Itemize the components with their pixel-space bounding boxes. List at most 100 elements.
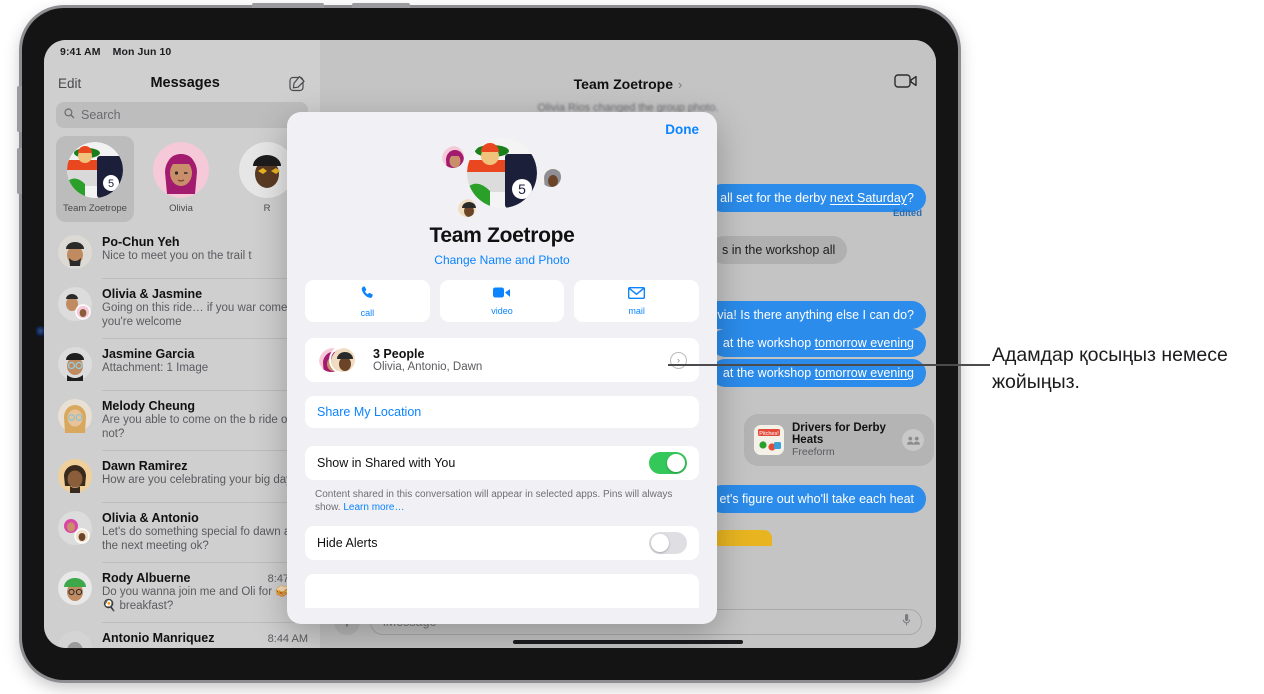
message-text: s in the workshop all — [722, 243, 836, 257]
list-item-preview: Going on this ride… if you war come too … — [102, 302, 307, 328]
search-input[interactable]: Search — [56, 102, 308, 128]
device-volume-up-button — [17, 86, 22, 132]
group-name: Team Zoetrope — [429, 224, 575, 247]
group-avatar: 5 — [467, 138, 537, 208]
mail-button[interactable]: mail — [574, 280, 700, 322]
list-item[interactable]: Dawn Ramirez How are you celebrating you… — [44, 450, 320, 502]
member-avatar-olivia — [440, 144, 466, 170]
message-text: all set for the derby next Saturday? — [720, 191, 914, 205]
avatar — [58, 571, 92, 605]
message-bubble[interactable]: ivia! Is there anything else I can do? — [702, 301, 926, 329]
list-item-preview: Nice to meet you on the trail t — [102, 250, 252, 262]
conversation-header: Team Zoetrope › — [320, 66, 936, 102]
video-button[interactable]: video — [439, 280, 565, 322]
member-avatar-antonio — [456, 197, 478, 219]
status-time: 9:41 AM — [60, 46, 101, 58]
avatar — [58, 347, 92, 381]
facetime-video-icon[interactable] — [894, 73, 918, 94]
compose-icon[interactable] — [289, 75, 306, 92]
show-in-shared-with-you-label: Show in Shared with You — [317, 456, 456, 470]
list-item[interactable]: Antonio Manriquez 8:44 AM — [44, 622, 320, 648]
microphone-icon[interactable] — [902, 613, 911, 632]
pinned-item-label: Team Zoetrope — [63, 203, 127, 214]
freeform-icon: Pitches! — [754, 425, 784, 455]
list-item[interactable]: Olivia & Antonio Let's do something spec… — [44, 502, 320, 562]
search-icon — [64, 106, 75, 124]
learn-more-link[interactable]: Learn more… — [343, 502, 404, 513]
list-item-title: Rody Albuerne — [102, 571, 191, 585]
hide-alerts-row[interactable]: Hide Alerts — [305, 526, 699, 560]
shared-link-subtitle: Freeform — [792, 446, 835, 458]
video-button-label: video — [491, 306, 513, 316]
edited-badge: Edited — [892, 208, 922, 219]
list-item-title: Olivia & Antonio — [102, 511, 199, 525]
list-item[interactable]: Jasmine Garcia Attachment: 1 Image — [44, 338, 320, 390]
edit-button[interactable]: Edit — [58, 76, 81, 91]
list-item-title: Olivia & Jasmine — [102, 287, 203, 301]
call-button[interactable]: call — [305, 280, 430, 322]
show-in-shared-with-you-toggle[interactable] — [649, 452, 687, 474]
messages-sidebar: 9:41 AM Mon Jun 10 100% Edit Messages — [44, 40, 920, 648]
list-item-preview: Do you wanna join me and Oli for 🥪 ☕ 🍳 b… — [102, 586, 308, 612]
done-button[interactable]: Done — [665, 122, 699, 137]
list-item-title: Melody Cheung — [102, 399, 196, 413]
share-my-location-label: Share My Location — [317, 405, 422, 419]
avatar — [58, 399, 92, 433]
home-indicator[interactable] — [513, 640, 743, 644]
list-item-title: Po-Chun Yeh — [102, 235, 180, 249]
next-settings-row-partial[interactable] — [305, 574, 699, 608]
callout-leader-line — [668, 364, 990, 366]
list-item-title: Dawn Ramirez — [102, 459, 188, 473]
hide-alerts-toggle[interactable] — [649, 532, 687, 554]
video-camera-icon — [493, 286, 511, 304]
avatar — [58, 459, 92, 493]
people-row[interactable]: 3 People Olivia, Antonio, Dawn › — [305, 338, 699, 382]
message-bubble[interactable]: s in the workshop all — [710, 236, 848, 264]
show-in-shared-with-you-row[interactable]: Show in Shared with You — [305, 446, 699, 480]
pinned-item-olivia[interactable]: Olivia — [142, 136, 220, 222]
conversation-list[interactable]: Po-Chun Yeh Nice to meet you on the trai… — [44, 226, 320, 648]
avatar — [58, 287, 92, 321]
ipad-device-frame: 9:41 AM Mon Jun 10 100% Edit Messages — [17, 3, 958, 680]
pinned-item-label: R — [263, 203, 271, 214]
svg-text:5: 5 — [518, 181, 526, 197]
shared-link-card[interactable]: Pitches! Drivers for Derby Heats Freefor… — [744, 414, 934, 466]
avatar — [58, 631, 92, 648]
sidebar-header: Edit Messages — [44, 66, 320, 100]
call-button-label: call — [360, 307, 375, 318]
avatar — [58, 511, 92, 545]
message-text: at the workshop tomorrow evening — [722, 366, 914, 380]
list-item[interactable]: Melody Cheung Are you able to come on th… — [44, 390, 320, 450]
member-avatar-dawn — [539, 165, 563, 189]
partial-sticker — [714, 530, 772, 546]
group-avatar-group[interactable]: 5 — [287, 138, 717, 219]
chevron-right-icon[interactable]: › — [678, 77, 682, 92]
page-title: Messages — [150, 75, 220, 91]
shared-with-you-footnote: Content shared in this conversation will… — [315, 488, 689, 514]
message-bubble[interactable]: et's figure out who'll take each heat — [707, 485, 926, 513]
people-icon — [902, 429, 924, 451]
avatar — [153, 142, 209, 198]
list-item[interactable]: Rody Albuerne 8:47 AM Do you wanna join … — [44, 562, 320, 622]
list-item[interactable]: Olivia & Jasmine Going on this ride… if … — [44, 278, 320, 338]
list-item-title: Antonio Manriquez — [102, 631, 215, 645]
search-placeholder: Search — [81, 108, 121, 122]
avatar: 5 — [67, 142, 123, 198]
share-my-location-button[interactable]: Share My Location — [305, 396, 699, 428]
change-name-photo-link[interactable]: Change Name and Photo — [287, 253, 717, 267]
shared-link-title: Drivers for Derby Heats — [792, 422, 886, 446]
list-item-preview: Are you able to come on the b ride or no… — [102, 414, 292, 440]
pinned-item-team-zoetrope[interactable]: 5 Team Zoetrope — [56, 136, 134, 222]
device-top-button — [252, 3, 324, 8]
message-bubble[interactable]: at the workshop tomorrow evening — [710, 329, 926, 357]
message-text: at the workshop tomorrow evening — [722, 336, 914, 350]
chevron-right-icon[interactable]: › — [670, 351, 687, 369]
list-item[interactable]: Po-Chun Yeh Nice to meet you on the trai… — [44, 226, 320, 278]
phone-icon — [359, 285, 375, 306]
conversation-title[interactable]: Team Zoetrope — [574, 76, 673, 92]
list-item-time: 8:44 AM — [267, 633, 308, 645]
svg-text:5: 5 — [108, 178, 114, 190]
pinned-conversations: 5 Team Zoetrope Olivia R — [52, 136, 320, 222]
hide-alerts-label: Hide Alerts — [317, 536, 378, 550]
status-date: Mon Jun 10 — [112, 46, 172, 58]
